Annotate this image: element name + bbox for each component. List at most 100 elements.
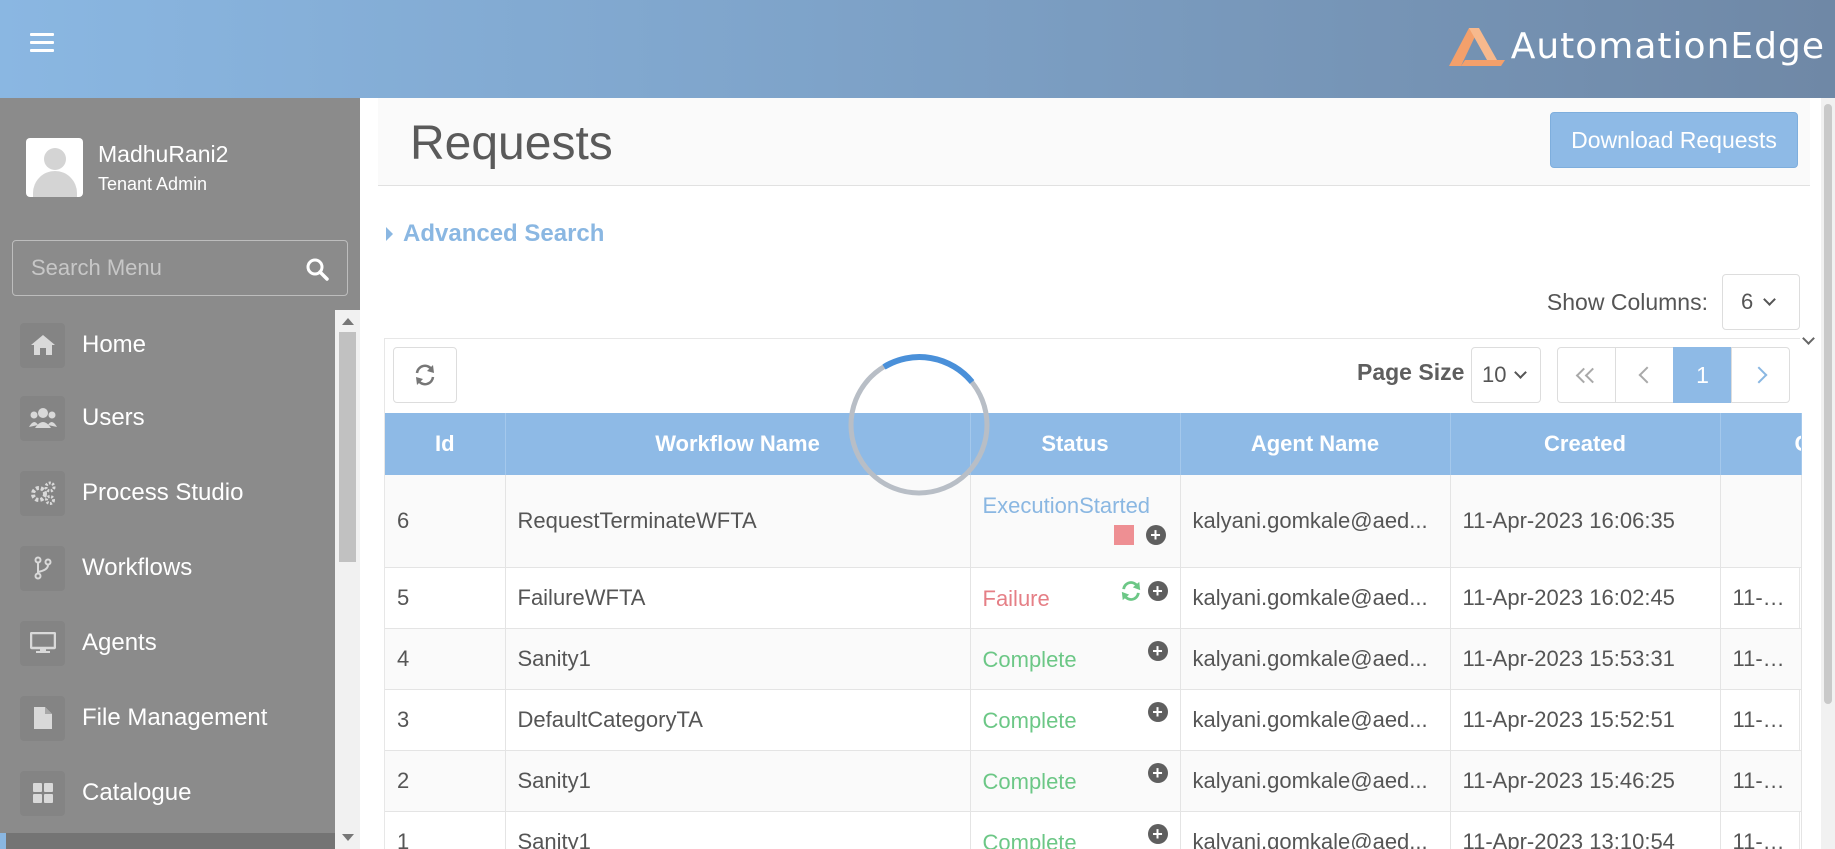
status-text: Complete — [982, 707, 1077, 733]
cell-status: Failure + — [970, 567, 1181, 629]
table-row[interactable]: 4 Sanity1 Complete + kalyani.gomkale@aed… — [385, 628, 1802, 690]
sidebar-item-workflows[interactable]: Workflows — [20, 543, 320, 593]
show-columns-label: Show Columns: — [1546, 288, 1708, 315]
advanced-search-label: Advanced Search — [403, 220, 605, 247]
cell-completed — [1720, 475, 1802, 568]
first-page-button[interactable] — [1557, 347, 1616, 403]
search-menu-input[interactable] — [13, 241, 347, 295]
sidebar-item-agents[interactable]: Agents — [20, 618, 320, 668]
status-text: Complete — [982, 768, 1077, 794]
cell-agent-name: kalyani.gomkale@aed... — [1180, 475, 1451, 568]
chevron-down-icon — [1763, 292, 1777, 306]
cell-created: 11-Apr-2023 16:02:45 — [1450, 567, 1721, 629]
table-row[interactable]: 6 RequestTerminateWFTA ExecutionStarted … — [385, 475, 1802, 568]
sidebar: MadhuRani2 Tenant Admin Home Users — [0, 98, 360, 849]
refresh-icon — [415, 364, 435, 386]
cell-created: 11-Apr-2023 15:46:25 — [1450, 750, 1721, 812]
sidebar-item-home[interactable]: Home — [20, 320, 320, 370]
page-scrollbar[interactable] — [1821, 98, 1835, 849]
sidebar-item-selected[interactable] — [0, 833, 335, 849]
automationedge-logo: AutomationEdge — [1447, 18, 1825, 74]
column-header-status[interactable]: Status — [970, 413, 1181, 475]
page-size-label: Page Size — [1357, 359, 1465, 385]
table-header-row: Id Workflow Name Status Agent Name Creat… — [385, 413, 1802, 475]
grid-icon — [20, 770, 65, 816]
double-chevron-left-icon — [1575, 367, 1600, 383]
stop-icon[interactable] — [1113, 525, 1134, 545]
workflow-icon — [20, 545, 65, 591]
monitor-icon — [20, 620, 65, 666]
expand-plus-icon[interactable]: + — [1147, 762, 1168, 783]
table-row[interactable]: 1 Sanity1 Complete + kalyani.gomkale@aed… — [385, 811, 1802, 849]
caret-right-icon — [386, 227, 393, 241]
refresh-button[interactable] — [393, 347, 457, 403]
cell-status: Complete + — [970, 628, 1181, 690]
table-row[interactable]: 2 Sanity1 Complete + kalyani.gomkale@aed… — [385, 750, 1802, 812]
expand-plus-icon[interactable]: + — [1145, 525, 1166, 545]
download-requests-button[interactable]: Download Requests — [1550, 112, 1798, 168]
expand-plus-icon[interactable]: + — [1147, 640, 1168, 661]
sidebar-item-label: File Management — [82, 704, 268, 731]
expand-plus-icon[interactable]: + — [1147, 580, 1168, 601]
file-icon — [20, 695, 65, 741]
hamburger-menu-icon[interactable] — [30, 33, 54, 53]
cell-completed: 11-Ap — [1720, 750, 1802, 812]
cell-created: 11-Apr-2023 15:52:51 — [1450, 689, 1721, 751]
top-bar: AutomationEdge — [0, 0, 1835, 98]
cell-workflow-name[interactable]: RequestTerminateWFTA — [505, 475, 971, 568]
cell-completed: 11-Ap — [1720, 811, 1802, 849]
pagination: 1 — [1557, 347, 1790, 403]
cell-workflow-name[interactable]: FailureWFTA — [505, 567, 971, 629]
sidebar-item-label: Catalogue — [82, 779, 192, 806]
show-columns-select[interactable]: 6 — [1722, 274, 1800, 330]
prev-page-button[interactable] — [1615, 347, 1674, 403]
sidebar-item-file-management[interactable]: File Management — [20, 693, 320, 743]
sidebar-item-users[interactable]: Users — [20, 393, 320, 443]
cell-created: 11-Apr-2023 16:06:35 — [1450, 475, 1721, 568]
cell-id: 5 — [385, 567, 506, 629]
sidebar-item-label: Workflows — [82, 554, 193, 581]
cell-workflow-name[interactable]: Sanity1 — [505, 628, 971, 690]
sidebar-item-process-studio[interactable]: Process Studio — [20, 468, 320, 518]
cell-workflow-name[interactable]: Sanity1 — [505, 750, 971, 812]
expand-plus-icon[interactable]: + — [1147, 823, 1168, 844]
status-text: Complete — [982, 646, 1077, 672]
page-size-select[interactable]: 10 — [1471, 347, 1541, 403]
next-page-button[interactable] — [1731, 347, 1790, 403]
status-text: Complete — [982, 829, 1077, 849]
retry-icon[interactable] — [1120, 580, 1142, 602]
column-header-workflow-name[interactable]: Workflow Name — [505, 413, 971, 475]
grid-toolbar: Page Size 10 1 — [385, 339, 1801, 413]
cell-workflow-name[interactable]: DefaultCategoryTA — [505, 689, 971, 751]
expand-plus-icon[interactable]: + — [1147, 701, 1168, 722]
table-row[interactable]: 3 DefaultCategoryTA Complete + kalyani.g… — [385, 689, 1802, 751]
cell-completed: 11-Ap — [1720, 689, 1802, 751]
scroll-thumb[interactable] — [1824, 104, 1832, 704]
table-row[interactable]: 5 FailureWFTA Failure + kalyani.gomkale@… — [385, 567, 1802, 629]
scroll-up-icon[interactable] — [342, 318, 354, 325]
sidebar-scrollbar[interactable] — [335, 310, 360, 849]
column-header-completed[interactable]: C — [1720, 413, 1802, 475]
cell-workflow-name[interactable]: Sanity1 — [505, 811, 971, 849]
sidebar-item-catalogue[interactable]: Catalogue — [20, 768, 320, 818]
cell-agent-name: kalyani.gomkale@aed... — [1180, 750, 1451, 812]
gears-icon — [20, 470, 65, 516]
sidebar-item-label: Home — [82, 331, 147, 358]
page-button-current[interactable]: 1 — [1673, 347, 1732, 403]
chevron-left-icon — [1638, 366, 1655, 384]
column-header-id[interactable]: Id — [385, 413, 506, 475]
scroll-down-icon[interactable] — [342, 834, 354, 841]
profile-role: Tenant Admin — [98, 173, 208, 194]
column-header-created[interactable]: Created — [1450, 413, 1721, 475]
logo-text: AutomationEdge — [1510, 25, 1825, 67]
cell-agent-name: kalyani.gomkale@aed... — [1180, 567, 1451, 629]
cell-agent-name: kalyani.gomkale@aed... — [1180, 628, 1451, 690]
user-profile: MadhuRani2 Tenant Admin — [26, 138, 228, 197]
search-icon[interactable] — [305, 257, 329, 281]
scroll-thumb[interactable] — [339, 332, 356, 562]
column-header-agent-name[interactable]: Agent Name — [1180, 413, 1451, 475]
sidebar-item-label: Process Studio — [82, 479, 244, 506]
chevron-down-icon[interactable] — [1802, 332, 1815, 345]
advanced-search-toggle[interactable]: Advanced Search — [386, 220, 604, 248]
cell-status: ExecutionStarted + — [970, 475, 1181, 568]
